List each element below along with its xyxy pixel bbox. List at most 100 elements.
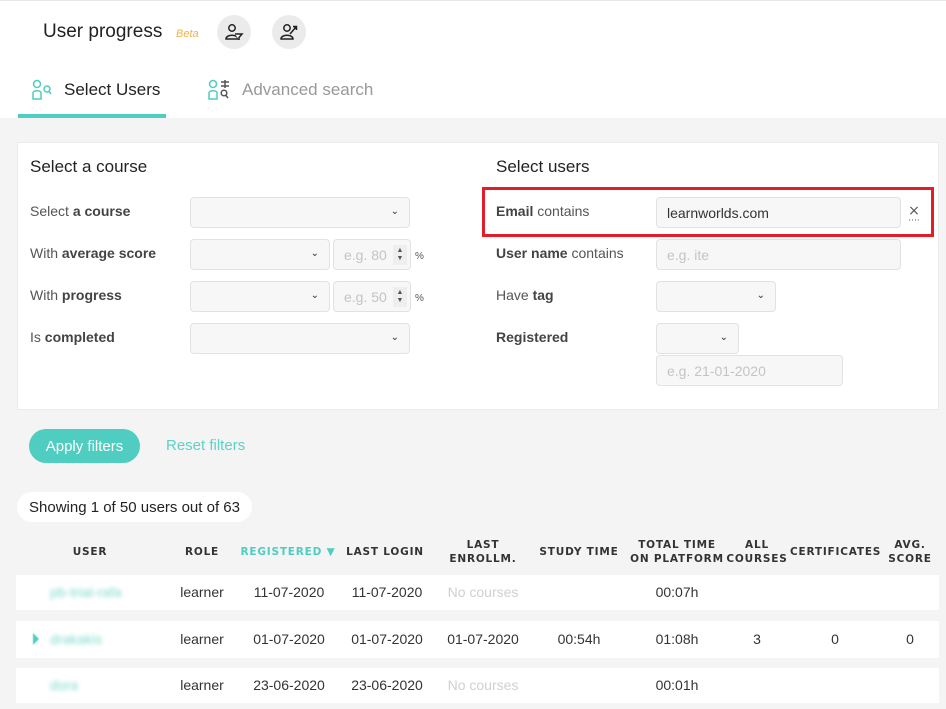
percent-unit: % xyxy=(415,251,424,262)
role-cell: learner xyxy=(180,584,224,600)
header-line: TOTAL TIME xyxy=(638,539,716,551)
column-header-user[interactable]: USER xyxy=(60,545,120,559)
expand-row-icon[interactable] xyxy=(33,633,39,645)
user-link[interactable]: dora xyxy=(50,668,170,703)
completed-label: Is completed xyxy=(30,329,115,345)
placeholder: e.g. ite xyxy=(667,247,710,263)
label-text: Select xyxy=(30,203,73,219)
label-bold: average score xyxy=(61,245,157,261)
tag-select[interactable]: ⌄ xyxy=(656,281,776,312)
apply-filters-button[interactable]: Apply filters xyxy=(29,429,140,463)
last-enrollment-cell: 01-07-2020 xyxy=(447,631,519,647)
chevron-down-icon: ⌄ xyxy=(719,332,728,343)
column-header-study-time[interactable]: STUDY TIME xyxy=(538,545,620,559)
course-select[interactable]: ⌄ xyxy=(190,197,410,228)
beta-badge: Beta xyxy=(176,28,199,40)
certificates-cell xyxy=(805,575,845,610)
study-time-cell: 00:54h xyxy=(557,631,601,647)
spin-up-icon[interactable]: ▲ xyxy=(397,247,404,255)
column-header-last-enrollment[interactable]: LAST ENROLLM. xyxy=(448,538,518,566)
label-text: With xyxy=(30,245,62,261)
label-bold: completed xyxy=(44,329,115,345)
column-header-last-login[interactable]: LAST LOGIN xyxy=(345,545,425,559)
role-cell: learner xyxy=(180,631,224,647)
progress-operator-select[interactable]: ⌄ xyxy=(190,281,330,312)
table-row[interactable]: pb-trial-rafa learner 11-07-2020 11-07-2… xyxy=(16,575,939,610)
column-header-total-time[interactable]: TOTAL TIME ON PLATFORM xyxy=(630,538,724,566)
spin-up-icon[interactable]: ▲ xyxy=(397,289,404,297)
select-course-label: Select a course xyxy=(30,203,130,219)
header-line: COURSES xyxy=(726,553,788,565)
table-row[interactable]: dora learner 23-06-2020 23-06-2020 No co… xyxy=(16,668,939,703)
chevron-down-icon: ⌄ xyxy=(310,248,319,259)
average-score-label: With average score xyxy=(30,245,156,261)
avg-score-cell xyxy=(890,575,930,610)
tab-advanced-search[interactable]: Advanced search xyxy=(206,62,373,118)
label-text: Have xyxy=(496,287,533,303)
header-line: SCORE xyxy=(888,553,932,565)
header-line: ENROLLM. xyxy=(449,553,517,565)
label-bold: tag xyxy=(532,287,554,303)
users-search-icon xyxy=(30,79,54,101)
study-time-cell xyxy=(541,575,617,610)
chevron-down-icon: ⌄ xyxy=(310,290,319,301)
header-line: AVG. xyxy=(894,539,926,551)
label-text: With xyxy=(30,287,62,303)
user-progress-icon xyxy=(280,24,298,40)
spin-down-icon[interactable]: ▼ xyxy=(397,297,404,305)
label-bold: progress xyxy=(61,287,122,303)
column-header-certificates[interactable]: CERTIFICATES xyxy=(790,545,880,559)
top-bar: User progress Beta xyxy=(0,0,946,62)
registered-cell: 01-07-2020 xyxy=(253,631,325,647)
header-line: LAST xyxy=(466,539,500,551)
user-link[interactable]: pb-trial-rafa xyxy=(50,575,170,610)
number-spinner[interactable]: ▲ ▼ xyxy=(393,287,407,307)
progress-input[interactable]: e.g. 50 ▲ ▼ xyxy=(333,281,411,312)
column-header-all-courses[interactable]: ALL COURSES xyxy=(726,538,788,566)
user-filter-button[interactable] xyxy=(217,15,251,49)
label-text: Is xyxy=(30,329,45,345)
last-enrollment-cell: No courses xyxy=(447,584,519,600)
users-advanced-search-icon xyxy=(206,79,232,101)
user-filters-title: Select users xyxy=(496,157,590,176)
placeholder: e.g. 21-01-2020 xyxy=(667,363,766,379)
column-header-role[interactable]: ROLE xyxy=(177,545,227,559)
last-login-cell: 01-07-2020 xyxy=(351,631,423,647)
table-row[interactable]: drakakis learner 01-07-2020 01-07-2020 0… xyxy=(16,621,939,658)
chevron-down-icon: ⌄ xyxy=(390,332,399,343)
user-link[interactable]: drakakis xyxy=(50,621,170,658)
column-header-registered[interactable]: REGISTERED ▼ xyxy=(240,545,336,559)
label-bold: User name xyxy=(496,245,568,261)
highlight-box xyxy=(482,187,934,237)
registered-label: Registered xyxy=(496,329,568,345)
all-courses-cell xyxy=(727,668,767,703)
registered-operator-select[interactable]: ⌄ xyxy=(656,323,739,354)
registered-date-input[interactable]: e.g. 21-01-2020 xyxy=(656,355,843,386)
last-login-cell: 11-07-2020 xyxy=(351,584,423,600)
username-contains-label: User name contains xyxy=(496,245,624,261)
results-summary: Showing 1 of 50 users out of 63 xyxy=(17,492,252,522)
header-line: ALL xyxy=(745,539,769,551)
tab-bar: Select Users Advanced search xyxy=(0,62,946,118)
have-tag-label: Have tag xyxy=(496,287,554,303)
user-filter-icon xyxy=(225,24,244,40)
avg-score-cell: 0 xyxy=(906,631,914,647)
average-score-input[interactable]: e.g. 80 ▲ ▼ xyxy=(333,239,411,270)
tab-select-users[interactable]: Select Users xyxy=(18,62,166,118)
spin-down-icon[interactable]: ▼ xyxy=(397,255,404,263)
username-contains-input[interactable]: e.g. ite xyxy=(656,239,901,270)
registered-cell: 23-06-2020 xyxy=(253,677,325,693)
chevron-down-icon: ⌄ xyxy=(390,206,399,217)
average-score-operator-select[interactable]: ⌄ xyxy=(190,239,330,270)
total-time-cell: 01:08h xyxy=(655,631,699,647)
certificates-cell: 0 xyxy=(831,631,839,647)
reset-filters-link[interactable]: Reset filters xyxy=(166,437,245,454)
column-header-avg-score[interactable]: AVG. SCORE xyxy=(884,538,936,566)
label-text: contains xyxy=(567,245,624,261)
label-bold: Registered xyxy=(496,329,569,345)
registered-cell: 11-07-2020 xyxy=(253,584,325,600)
number-spinner[interactable]: ▲ ▼ xyxy=(393,245,407,265)
user-progress-button[interactable] xyxy=(272,15,306,49)
completed-select[interactable]: ⌄ xyxy=(190,323,410,354)
avg-score-cell xyxy=(890,668,930,703)
